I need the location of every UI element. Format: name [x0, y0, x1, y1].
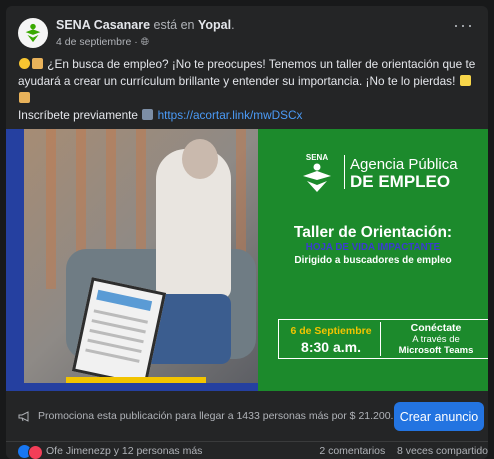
post-body: ¿En busca de empleo? ¡No te preocupes! T…: [18, 56, 478, 107]
author-name[interactable]: SENA Casanare: [56, 18, 150, 32]
register-line: Inscríbete previamente https://acortar.l…: [18, 108, 302, 122]
comments-count[interactable]: 2 comentarios: [319, 445, 385, 457]
promote-bar: Promociona esta publicación para llegar …: [6, 391, 488, 442]
author-line: SENA Casanare está en Yopal.: [56, 18, 235, 32]
point-emoji-icon: [19, 92, 30, 103]
clap-emoji-icon: [32, 58, 43, 69]
right-arrow-emoji-icon: [142, 109, 154, 120]
promote-text: Promociona esta publicación para llegar …: [38, 410, 394, 422]
sena-logo-icon: [25, 23, 41, 43]
workshop-time: 8:30 a.m.: [301, 339, 361, 355]
post-footer: Ofe Jimenezp y 12 personas más 2 comenta…: [6, 442, 488, 459]
shares-count[interactable]: 8 veces compartido: [397, 445, 488, 457]
action-text: está en: [150, 18, 198, 32]
create-ad-button[interactable]: Crear anuncio: [394, 402, 484, 431]
post-image[interactable]: SENA Agencia Pública DE EMPLEO Taller de…: [6, 129, 488, 391]
agency-line1: Agencia Pública: [350, 156, 458, 173]
register-text: Inscríbete previamente: [18, 108, 138, 122]
agency-line2: DE EMPLEO: [350, 172, 451, 191]
post-card: SENA Casanare está en Yopal. 4 de septie…: [6, 6, 488, 459]
reaction-icons[interactable]: [18, 445, 48, 459]
sun-emoji-icon: [19, 58, 30, 69]
agency-logo: SENA Agencia Pública DE EMPLEO: [298, 151, 488, 193]
globe-icon: 🌐︎: [140, 36, 150, 48]
sena-mark-icon: SENA: [303, 153, 331, 192]
location-name[interactable]: Yopal: [198, 18, 231, 32]
workshop-date: 6 de Septiembre: [290, 325, 372, 337]
post-stats: 2 comentarios 8 veces compartido: [319, 445, 488, 457]
flyer-panel: SENA Agencia Pública DE EMPLEO Taller de…: [258, 129, 488, 391]
workshop-subtitle: HOJA DE VIDA IMPACTANTE: [305, 242, 441, 253]
workshop-audience: Dirigido a buscadores de empleo: [294, 255, 452, 266]
sena-logo-label: SENA: [306, 153, 328, 162]
connect-label: Conéctate: [410, 322, 462, 334]
avatar[interactable]: [18, 18, 48, 48]
love-icon: [28, 445, 43, 459]
flyer-photo: [6, 129, 258, 391]
workshop-title: Taller de Orientación:: [293, 224, 453, 241]
via-label: A través de: [412, 334, 460, 345]
sparkles-emoji-icon: [459, 75, 471, 86]
register-link[interactable]: https://acortar.link/mwDSCx: [158, 108, 303, 122]
megaphone-icon: [18, 411, 29, 422]
post-header: SENA Casanare está en Yopal. 4 de septie…: [6, 6, 488, 52]
reactions-summary[interactable]: Ofe Jimenezp y 12 personas más: [46, 445, 202, 457]
platform-label: Microsoft Teams: [398, 345, 474, 356]
post-meta: 4 de septiembre · 🌐︎: [56, 36, 149, 49]
post-body-text: ¿En busca de empleo? ¡No te preocupes! T…: [18, 57, 476, 88]
more-options-icon[interactable]: ···: [453, 16, 474, 34]
date-separator: ·: [131, 36, 141, 48]
schedule-box: 6 de Septiembre 8:30 a.m. Conéctate A tr…: [278, 319, 488, 359]
post-date[interactable]: 4 de septiembre: [56, 36, 131, 48]
